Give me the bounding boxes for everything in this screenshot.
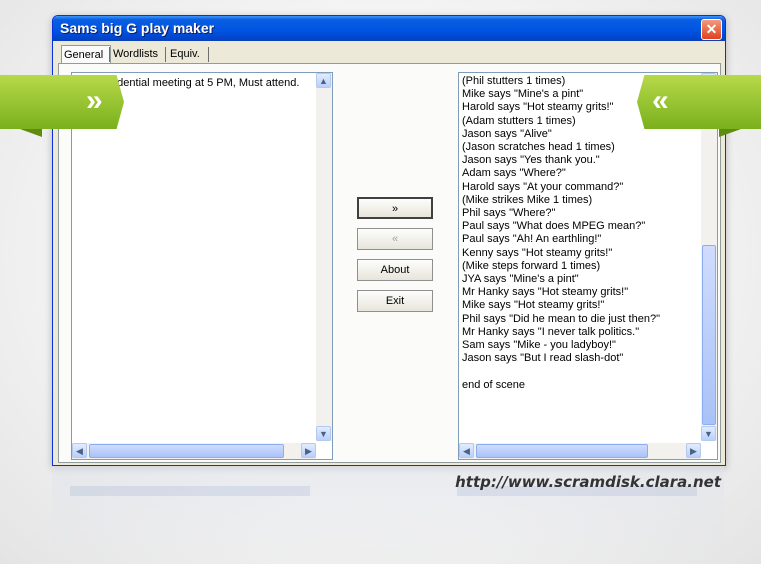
output-line: Harold says "At your command?": [462, 180, 624, 193]
forward-button[interactable]: »: [357, 197, 433, 219]
input-horizontal-scrollbar[interactable]: ◀ ▶: [72, 443, 316, 459]
input-text-area[interactable]: Hi, Confidential meeting at 5 PM, Must a…: [71, 72, 333, 460]
double-chevron-left-icon: «: [652, 84, 669, 117]
right-arrow-marker: «: [637, 75, 761, 129]
title-bar[interactable]: Sams big G play maker ✕: [53, 16, 725, 41]
scroll-left-icon[interactable]: ◀: [72, 443, 87, 458]
output-line: Paul says "What does MPEG mean?": [462, 220, 646, 233]
reflection-stripe: [70, 486, 310, 496]
website-url: http://www.scramdisk.clara.net: [455, 473, 721, 491]
scroll-thumb[interactable]: [702, 245, 716, 425]
output-line: Sam says "Mike - you ladyboy!": [462, 339, 616, 351]
scroll-thumb[interactable]: [476, 444, 648, 458]
tab-wordlists[interactable]: Wordlists: [111, 45, 160, 63]
general-tab-panel: Hi, Confidential meeting at 5 PM, Must a…: [58, 63, 721, 463]
close-icon: ✕: [705, 21, 718, 37]
output-line: JYA says "Mine's a pint": [462, 273, 579, 285]
left-arrow-marker: »: [0, 75, 124, 129]
tab-equiv[interactable]: Equiv.: [168, 45, 202, 63]
input-vertical-scrollbar[interactable]: ▲ ▼: [316, 73, 332, 441]
tab-separator: [109, 47, 110, 62]
close-button[interactable]: ✕: [701, 19, 722, 40]
tab-separator: [165, 47, 166, 62]
output-line: end of scene: [462, 378, 525, 391]
output-line: Mike says "Mine's a pint": [462, 88, 584, 101]
scroll-right-icon[interactable]: ▶: [686, 443, 701, 458]
output-line: Phil says "Where?": [462, 207, 556, 219]
window-title: Sams big G play maker: [60, 20, 215, 36]
output-line: Jason says "But I read slash-dot": [462, 352, 624, 365]
scroll-down-icon[interactable]: ▼: [316, 426, 331, 441]
exit-button[interactable]: Exit: [357, 290, 433, 312]
output-line: (Adam stutters 1 times): [462, 114, 576, 127]
output-line: (Jason scratches head 1 times): [462, 141, 615, 153]
tab-general[interactable]: General: [61, 45, 111, 64]
output-line: Mr Hanky says "Hot steamy grits!": [462, 286, 629, 299]
output-horizontal-scrollbar[interactable]: ◀ ▶: [459, 443, 701, 459]
output-line: Paul says "Ah! An earthling!": [462, 233, 602, 246]
double-chevron-right-icon: »: [86, 84, 103, 117]
output-line: Mr Hanky says "I never talk politics.": [462, 325, 640, 338]
output-line: (Phil stutters 1 times): [462, 75, 566, 87]
output-line: (Mike strikes Mike 1 times): [462, 193, 593, 206]
back-button[interactable]: «: [357, 228, 433, 250]
scroll-right-icon[interactable]: ▶: [301, 443, 316, 458]
output-line: Jason says "Alive": [462, 127, 552, 140]
scroll-thumb[interactable]: [89, 444, 284, 458]
output-line: Phil says "Did he mean to die just then?…: [462, 312, 660, 325]
scroll-left-icon[interactable]: ◀: [459, 443, 474, 458]
about-button[interactable]: About: [357, 259, 433, 281]
output-line: Jason says "Yes thank you.": [462, 154, 600, 167]
output-line: Adam says "Where?": [462, 167, 566, 180]
scroll-down-icon[interactable]: ▼: [701, 426, 716, 441]
output-line: (Mike steps forward 1 times): [462, 259, 601, 272]
output-line: Harold says "Hot steamy grits!": [462, 101, 614, 114]
output-line: Mike says "Hot steamy grits!": [462, 299, 605, 312]
output-text-area[interactable]: (Phil stutters 1 times) Mike says "Mine's…: [458, 72, 718, 460]
output-line: Kenny says "Hot steamy grits!": [462, 246, 613, 259]
tab-separator: [208, 47, 209, 62]
scroll-up-icon[interactable]: ▲: [316, 73, 331, 88]
app-window: Sams big G play maker ✕ General Wordlist…: [52, 15, 726, 466]
